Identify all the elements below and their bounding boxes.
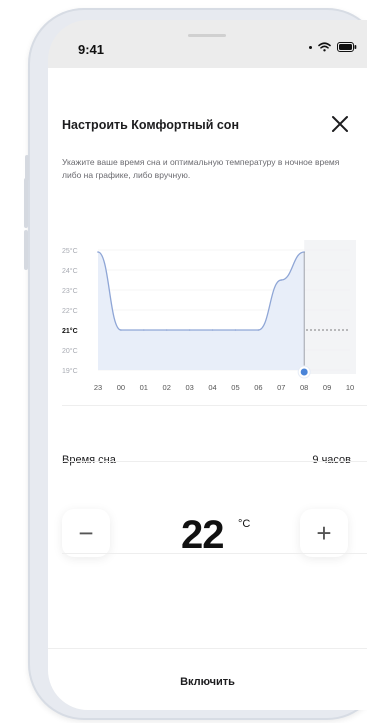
temperature-value: 22	[181, 513, 224, 557]
x-tick-label: 00	[117, 383, 125, 392]
y-tick-label: 25°C	[62, 247, 78, 255]
increase-temperature-button[interactable]: +	[300, 509, 348, 557]
x-tick-label: 01	[140, 383, 148, 392]
battery-icon	[337, 42, 357, 52]
x-tick-label: 04	[208, 383, 216, 392]
current-time-dot	[300, 368, 308, 376]
decrease-temperature-button[interactable]: −	[62, 509, 110, 557]
data-point	[257, 329, 260, 331]
y-tick-label: 24°C	[62, 267, 78, 275]
divider	[62, 553, 367, 554]
y-tick-label: 22°C	[62, 307, 78, 315]
status-bar: 9:41	[48, 20, 367, 68]
data-point	[234, 329, 237, 331]
screen: 9:41 Настроить Комфортный сон Укажите ва…	[48, 20, 367, 710]
y-tick-label: 21°C	[62, 327, 78, 335]
x-tick-label: 23	[94, 383, 102, 392]
status-icons	[309, 42, 357, 52]
minus-icon: −	[78, 518, 94, 548]
x-tick-label: 05	[231, 383, 239, 392]
future-region	[304, 240, 356, 374]
side-button-volume-down	[24, 230, 28, 270]
data-point	[120, 329, 122, 331]
status-time: 9:41	[78, 42, 105, 57]
data-point	[97, 251, 99, 253]
data-point	[165, 329, 168, 331]
modal-description: Укажите ваше время сна и оптимальную тем…	[62, 157, 340, 180]
x-tick-label: 09	[323, 383, 331, 392]
x-tick-label: 08	[300, 383, 308, 392]
x-tick-label: 07	[277, 383, 285, 392]
data-point	[280, 279, 283, 281]
sleep-time-label: Время сна	[62, 454, 116, 466]
close-icon	[332, 116, 348, 132]
plus-icon: +	[316, 518, 332, 548]
modal-card: Настроить Комфортный сон Укажите ваше вр…	[48, 68, 367, 710]
notch-speaker	[188, 34, 226, 37]
data-point	[143, 329, 145, 331]
y-tick-label: 20°C	[62, 347, 78, 355]
enable-button[interactable]: Включить	[48, 676, 367, 688]
y-tick-label: 23°C	[62, 287, 78, 295]
temperature-chart[interactable]: 25°C 24°C 23°C 22°C 21°C 20°C 19°C 23 00 01 02 03 04…	[48, 238, 367, 423]
x-tick-label: 03	[185, 383, 193, 392]
x-tick-label: 10	[346, 383, 354, 392]
wifi-icon	[318, 42, 331, 52]
modal-title: Настроить Комфортный сон	[62, 118, 239, 132]
sleep-time-value[interactable]: 9 часов	[312, 454, 351, 466]
x-tick-label: 06	[254, 383, 262, 392]
x-tick-label: 02	[163, 383, 171, 392]
data-point	[211, 329, 214, 331]
temperature-unit: °C	[238, 518, 251, 530]
side-button-volume-up	[24, 178, 28, 228]
divider	[48, 648, 367, 649]
close-button[interactable]	[328, 112, 352, 136]
divider	[62, 405, 367, 406]
signal-icon	[309, 45, 312, 49]
y-tick-label: 19°C	[62, 367, 78, 375]
divider	[62, 461, 367, 462]
data-point	[188, 329, 191, 331]
